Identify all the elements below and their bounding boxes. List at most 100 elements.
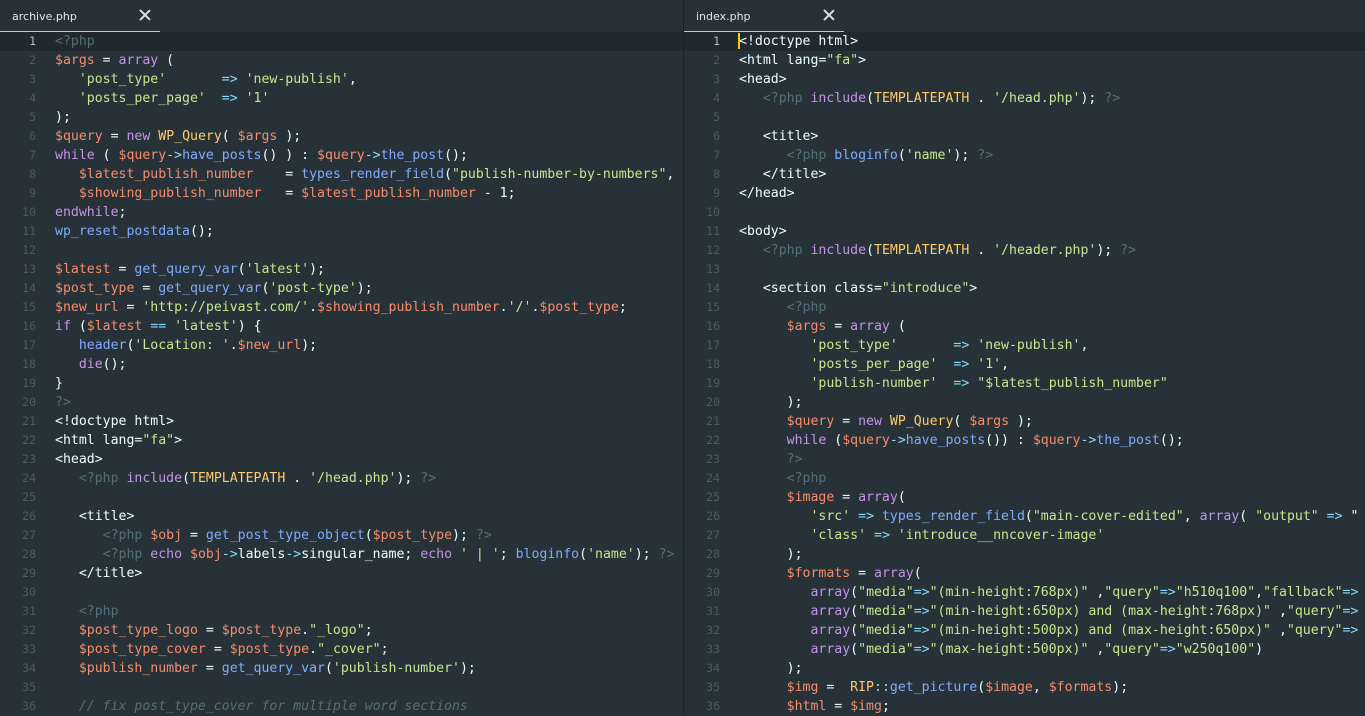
code-line[interactable]: 1 <!doctype html> xyxy=(684,32,1365,51)
code-line[interactable]: 20 ?> xyxy=(0,393,683,412)
code-line[interactable]: 12 xyxy=(0,241,683,260)
right-code-area[interactable]: 1 <!doctype html> 2 <html lang="fa"> 3 <head>… xyxy=(684,32,1365,716)
code-line[interactable]: 35 $img = RIP::get_picture($image, $form… xyxy=(684,678,1365,697)
code-line[interactable]: 16 if ($latest == 'latest') { xyxy=(0,317,683,336)
text-cursor xyxy=(738,33,740,49)
code-line[interactable]: 4 'posts_per_page' => '1' xyxy=(0,89,683,108)
code-line[interactable]: 34 ); xyxy=(684,659,1365,678)
code-line[interactable]: 28 ); xyxy=(684,545,1365,564)
left-code-area[interactable]: 1 <?php 2 $args = array (3 'post_type' => '… xyxy=(0,32,683,716)
tab-archive-php[interactable]: archive.php xyxy=(0,0,160,34)
code-line[interactable]: 2 $args = array ( xyxy=(0,51,683,70)
code-text: 'posts_per_page' => '1', xyxy=(810,357,1010,372)
code-line[interactable]: 32 array("media"=>"(min-height:500px) an… xyxy=(684,621,1365,640)
code-line[interactable]: 36 $html = $img; xyxy=(684,697,1365,716)
code-line[interactable]: 4 <?php include(TEMPLATEPATH . '/head.ph… xyxy=(684,89,1365,108)
code-line[interactable]: 6 $query = new WP_Query( $args ); xyxy=(0,127,683,146)
code-text: $img = RIP::get_picture($image, $formats… xyxy=(786,680,1129,695)
code-line[interactable]: 21 <!doctype html> xyxy=(0,412,683,431)
code-line[interactable]: 23 ?> xyxy=(684,450,1365,469)
close-icon[interactable] xyxy=(138,8,152,22)
code-text: <?php xyxy=(786,300,827,315)
code-line[interactable]: 17 header('Location: '.$new_url); xyxy=(0,336,683,355)
code-line[interactable]: 29 </title> xyxy=(0,564,683,583)
code-line[interactable]: 26 <title> xyxy=(0,507,683,526)
code-line[interactable]: 31 array("media"=>"(min-height:650px) an… xyxy=(684,602,1365,621)
code-line[interactable]: 29 $formats = array( xyxy=(684,564,1365,583)
line-number: 1 xyxy=(713,34,720,48)
code-line[interactable]: 5); xyxy=(0,108,683,127)
code-line[interactable]: 11 <body> xyxy=(684,222,1365,241)
code-line[interactable]: 21 $query = new WP_Query( $args ); xyxy=(684,412,1365,431)
right-tab-bar: index.php xyxy=(684,0,1365,35)
code-line[interactable]: 31 <?php xyxy=(0,602,683,621)
code-line[interactable]: 3 'post_type' => 'new-publish', xyxy=(0,70,683,89)
code-line[interactable]: 17 'post_type' => 'new-publish', xyxy=(684,336,1365,355)
code-text: ?> xyxy=(55,395,71,410)
code-line[interactable]: 30 array("media"=>"(min-height:768px)" ,… xyxy=(684,583,1365,602)
code-line[interactable]: 15 $new_url = 'http://peivast.com/'.$show… xyxy=(0,298,683,317)
code-line[interactable]: 30 xyxy=(0,583,683,602)
code-line[interactable]: 14 $post_type = get_query_var('post-type'… xyxy=(0,279,683,298)
code-line[interactable]: 28 <?php echo $obj->labels->singular_nam… xyxy=(0,545,683,564)
code-line[interactable]: 32 $post_type_logo = $post_type."_logo"; xyxy=(0,621,683,640)
code-line[interactable]: 9 </head> xyxy=(684,184,1365,203)
code-text: 'post_type' => 'new-publish', xyxy=(810,338,1089,353)
code-line[interactable]: 27 'class' => 'introduce__nncover-image' xyxy=(684,526,1365,545)
code-line[interactable]: 16 $args = array ( xyxy=(684,317,1365,336)
code-line[interactable]: 12 <?php include(TEMPLATEPATH . '/header… xyxy=(684,241,1365,260)
code-line[interactable]: 15 <?php xyxy=(684,298,1365,317)
code-text: <?php include(TEMPLATEPATH . '/header.ph… xyxy=(762,243,1137,258)
code-text: // fix post_type_cover for multiple word… xyxy=(78,699,468,714)
code-line[interactable]: 3 <head> xyxy=(684,70,1365,89)
code-line[interactable]: 23 <head> xyxy=(0,450,683,469)
code-line[interactable]: 25 xyxy=(0,488,683,507)
code-line[interactable]: 18 die(); xyxy=(0,355,683,374)
code-line[interactable]: 8 </title> xyxy=(684,165,1365,184)
line-number: 30 xyxy=(22,585,36,599)
code-line[interactable]: 8 $latest_publish_number = types_render_… xyxy=(0,165,683,184)
code-line[interactable]: 22 <html lang="fa"> xyxy=(0,431,683,450)
code-line[interactable]: 35 xyxy=(0,678,683,697)
code-line[interactable]: 18 'posts_per_page' => '1', xyxy=(684,355,1365,374)
tab-label: archive.php xyxy=(12,10,77,23)
line-number: 22 xyxy=(22,433,36,447)
code-line[interactable]: 2 <html lang="fa"> xyxy=(684,51,1365,70)
code-line[interactable]: 5 xyxy=(684,108,1365,127)
code-text: <?php xyxy=(55,34,95,49)
code-line[interactable]: 24 <?php include(TEMPLATEPATH . '/head.p… xyxy=(0,469,683,488)
code-text: $args = array ( xyxy=(786,319,906,334)
code-line[interactable]: 27 <?php $obj = get_post_type_object($po… xyxy=(0,526,683,545)
code-line[interactable]: 11 wp_reset_postdata(); xyxy=(0,222,683,241)
code-text: $html = $img; xyxy=(786,699,890,714)
code-line[interactable]: 33 $post_type_cover = $post_type."_cover… xyxy=(0,640,683,659)
code-line[interactable]: 22 while ($query->have_posts()) : $query… xyxy=(684,431,1365,450)
code-line[interactable]: 26 'src' => types_render_field("main-cov… xyxy=(684,507,1365,526)
code-line[interactable]: 7 <?php bloginfo('name'); ?> xyxy=(684,146,1365,165)
line-number: 13 xyxy=(706,262,720,276)
code-line[interactable]: 24 <?php xyxy=(684,469,1365,488)
left-editor-pane: archive.php 1 <?php 2 $args = array (3 'pos… xyxy=(0,0,683,716)
code-line[interactable]: 19} xyxy=(0,374,683,393)
code-line[interactable]: 7 while ( $query->have_posts() ) : $query… xyxy=(0,146,683,165)
code-line[interactable]: 1 <?php xyxy=(0,32,683,51)
code-line[interactable]: 19 'publish-number' => "$latest_publish_… xyxy=(684,374,1365,393)
code-line[interactable]: 33 array("media"=>"(max-height:500px)" ,… xyxy=(684,640,1365,659)
line-number: 7 xyxy=(713,148,720,162)
code-line[interactable]: 6 <title> xyxy=(684,127,1365,146)
tab-index-php[interactable]: index.php xyxy=(684,0,844,34)
code-line[interactable]: 10 xyxy=(684,203,1365,222)
code-line[interactable]: 10 endwhile; xyxy=(0,203,683,222)
code-line[interactable]: 36 // fix post_type_cover for multiple w… xyxy=(0,697,683,716)
line-number: 9 xyxy=(713,186,720,200)
code-line[interactable]: 20 ); xyxy=(684,393,1365,412)
code-line[interactable]: 25 $image = array( xyxy=(684,488,1365,507)
code-line[interactable]: 34 $publish_number = get_query_var('publ… xyxy=(0,659,683,678)
code-line[interactable]: 13 $latest = get_query_var('latest'); xyxy=(0,260,683,279)
code-text: <title> xyxy=(55,509,135,524)
code-line[interactable]: 14 <section class="introduce"> xyxy=(684,279,1365,298)
code-line[interactable]: 13 xyxy=(684,260,1365,279)
line-number: 6 xyxy=(713,129,720,143)
code-line[interactable]: 9 $showing_publish_number = $latest_publ… xyxy=(0,184,683,203)
close-icon[interactable] xyxy=(822,8,836,22)
